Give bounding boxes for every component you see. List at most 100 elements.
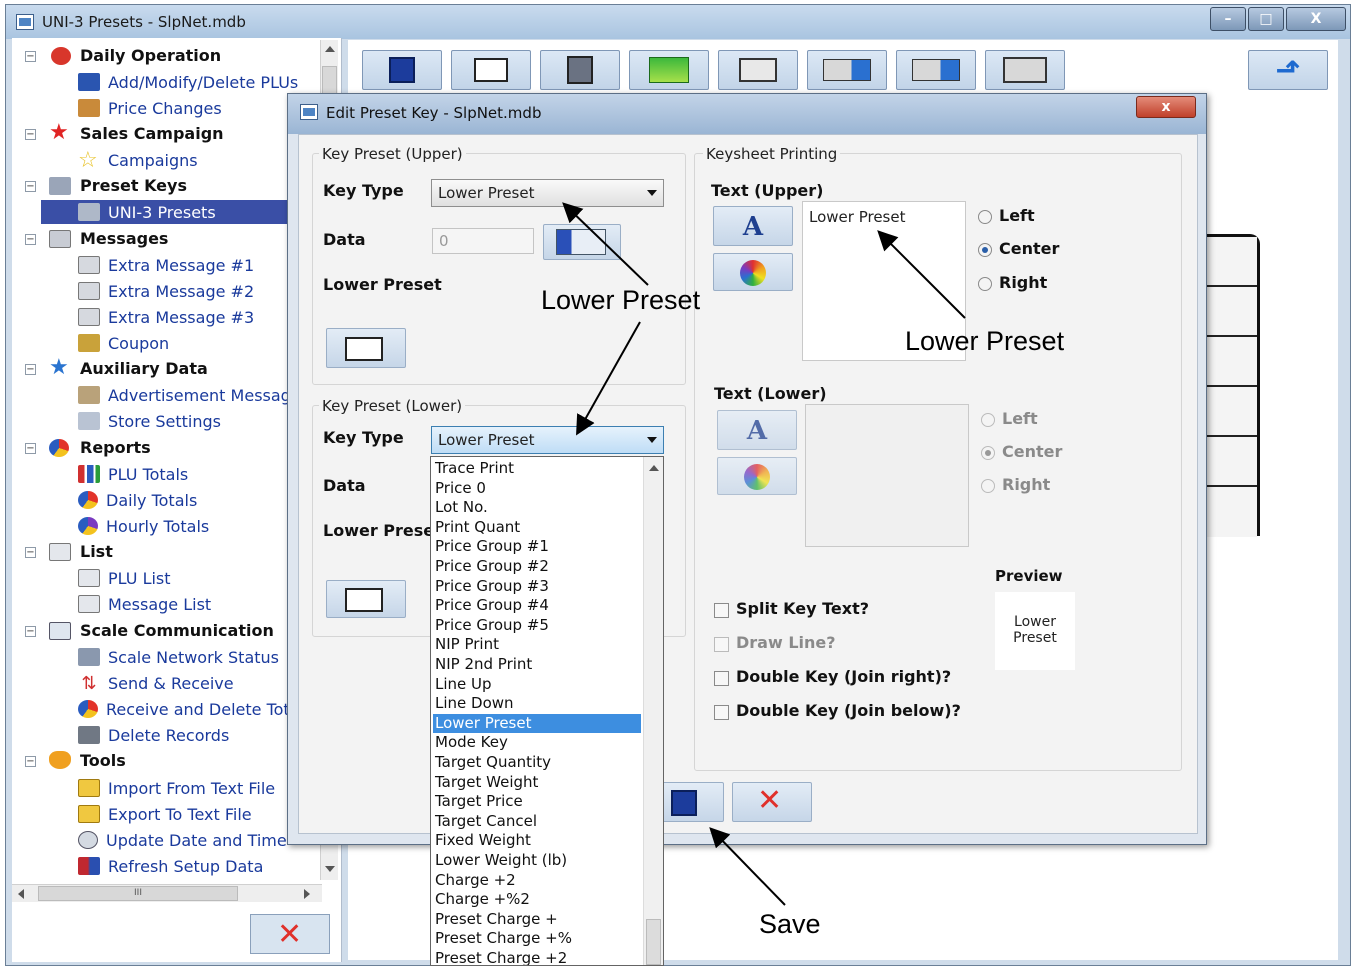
data-upper-input[interactable]: 0 <box>432 228 534 254</box>
draw-line-checkbox[interactable] <box>714 637 729 652</box>
dropdown-option[interactable]: Price Group #1 <box>433 537 641 557</box>
tree-item-store-settings[interactable]: Store Settings <box>78 409 221 433</box>
tree-item-add-modify-delete-plus[interactable]: Add/Modify/Delete PLUs <box>78 70 298 94</box>
tree-item-campaigns[interactable]: ☆ Campaigns <box>78 148 198 173</box>
text-lower-field[interactable] <box>805 404 969 547</box>
tree-item-delete-records[interactable]: Delete Records <box>78 723 229 747</box>
key-type-lower-select[interactable]: Lower Preset <box>431 426 664 454</box>
select-data-button[interactable] <box>543 224 621 260</box>
tree-item-plu-totals[interactable]: PLU Totals <box>78 462 188 486</box>
font-upper-button[interactable]: A <box>713 206 793 246</box>
dropdown-option[interactable]: NIP 2nd Print <box>433 655 641 675</box>
dropdown-option[interactable]: Mode Key <box>433 733 641 753</box>
double-key-below-checkbox[interactable] <box>714 705 729 720</box>
align-upper-right-radio[interactable] <box>978 277 992 291</box>
tree-item-send-receive[interactable]: ⇅ Send & Receive <box>78 671 233 695</box>
tree-item-price-changes[interactable]: Price Changes <box>78 96 222 120</box>
scroll-up-icon[interactable] <box>325 46 335 52</box>
tree-item-coupon[interactable]: Coupon <box>78 331 169 355</box>
dropdown-option[interactable]: Price Group #5 <box>433 616 641 636</box>
dropdown-scrollbar[interactable] <box>643 457 663 965</box>
dropdown-option[interactable]: Price Group #4 <box>433 596 641 616</box>
collapse-icon[interactable]: − <box>25 234 36 245</box>
print-toolbar-button[interactable] <box>718 50 798 90</box>
delete-toolbar-button[interactable] <box>540 50 620 90</box>
collapse-icon[interactable]: − <box>25 547 36 558</box>
dropdown-option[interactable]: Charge +%2 <box>433 890 641 910</box>
collapse-icon[interactable]: − <box>25 626 36 637</box>
grid-toolbar-button[interactable] <box>629 50 709 90</box>
scroll-up-icon[interactable] <box>649 465 659 471</box>
tree-item-advertisement-message[interactable]: Advertisement Message <box>78 383 301 407</box>
tree-item-scale-network-status[interactable]: Scale Network Status <box>78 645 279 669</box>
tree-item-plu-list[interactable]: PLU List <box>78 566 171 590</box>
tree-item-extra-message-3[interactable]: Extra Message #3 <box>78 305 254 329</box>
dropdown-option[interactable]: Preset Charge + <box>433 910 641 930</box>
double-key-right-checkbox[interactable] <box>714 671 729 686</box>
dropdown-option[interactable]: Target Weight <box>433 773 641 793</box>
dialog-cancel-button[interactable]: ✕ <box>732 782 812 822</box>
dropdown-option[interactable]: Line Up <box>433 675 641 695</box>
split-key-text-checkbox[interactable] <box>714 603 729 618</box>
minimize-button[interactable]: – <box>1210 7 1246 31</box>
align-lower-center-radio[interactable] <box>981 446 995 460</box>
import-toolbar-button[interactable] <box>896 50 976 90</box>
edit-upper-button[interactable] <box>326 328 406 368</box>
dropdown-option-selected[interactable]: Lower Preset <box>433 713 641 734</box>
align-lower-right-radio[interactable] <box>981 479 995 493</box>
tree-item-message-list[interactable]: Message List <box>78 592 211 616</box>
align-upper-left-radio[interactable] <box>978 210 992 224</box>
tree-item-export-text[interactable]: Export To Text File <box>78 802 252 826</box>
dropdown-option[interactable]: Charge +2 <box>433 871 641 891</box>
key-type-dropdown-list[interactable]: Trace Print Price 0 Lot No. Print Quant … <box>430 456 664 966</box>
tree-item-import-text[interactable]: Import From Text File <box>78 776 275 800</box>
key-type-upper-select[interactable]: Lower Preset <box>431 179 664 207</box>
dropdown-option[interactable]: Lower Weight (lb) <box>433 851 641 871</box>
tree-item-extra-message-1[interactable]: Extra Message #1 <box>78 253 254 277</box>
tree-item-daily-totals[interactable]: Daily Totals <box>78 488 197 512</box>
tree-horizontal-scrollbar[interactable]: III <box>12 884 322 902</box>
tree-item-extra-message-2[interactable]: Extra Message #2 <box>78 279 254 303</box>
dropdown-option[interactable]: Lot No. <box>433 498 641 518</box>
color-lower-button[interactable] <box>717 457 797 495</box>
collapse-icon[interactable]: − <box>25 129 36 140</box>
dropdown-option[interactable]: Price Group #2 <box>433 557 641 577</box>
dropdown-option[interactable]: Target Quantity <box>433 753 641 773</box>
save-toolbar-button[interactable] <box>362 50 442 90</box>
tree-item-hourly-totals[interactable]: Hourly Totals <box>78 514 209 538</box>
dropdown-option[interactable]: Target Cancel <box>433 812 641 832</box>
tree-item-update-date-time[interactable]: Update Date and Time <box>78 828 287 852</box>
font-lower-button[interactable]: A <box>717 410 797 450</box>
collapse-icon[interactable]: − <box>25 364 36 375</box>
scroll-right-icon[interactable] <box>304 889 310 899</box>
dropdown-option[interactable]: Line Down <box>433 694 641 714</box>
back-toolbar-button[interactable]: ⬏ <box>1248 50 1328 90</box>
color-upper-button[interactable] <box>713 253 793 291</box>
dropdown-option[interactable]: Preset Charge +% <box>433 929 641 949</box>
scroll-down-icon[interactable] <box>325 866 335 872</box>
collapse-icon[interactable]: − <box>25 756 36 767</box>
dropdown-option[interactable]: Print Quant <box>433 518 641 538</box>
dropdown-option[interactable]: NIP Print <box>433 635 641 655</box>
collapse-icon[interactable]: − <box>25 181 36 192</box>
dropdown-option[interactable]: Price 0 <box>433 479 641 499</box>
settings-toolbar-button[interactable] <box>985 50 1065 90</box>
tree-cancel-button[interactable]: ✕ <box>250 914 330 954</box>
tree-item-refresh-setup[interactable]: Refresh Setup Data <box>78 854 263 878</box>
collapse-icon[interactable]: − <box>25 51 36 62</box>
maximize-button[interactable]: □ <box>1248 7 1284 31</box>
dropdown-option[interactable]: Trace Print <box>433 459 641 479</box>
scroll-thumb[interactable] <box>646 919 661 965</box>
hscroll-thumb[interactable]: III <box>38 886 238 901</box>
dropdown-option[interactable]: Preset Charge +2 <box>433 949 641 965</box>
close-window-button[interactable]: X <box>1286 7 1346 31</box>
dropdown-option[interactable]: Price Group #3 <box>433 577 641 597</box>
edit-lower-button[interactable] <box>326 580 406 618</box>
export-toolbar-button[interactable] <box>807 50 887 90</box>
tree-item-receive-delete-totals[interactable]: Receive and Delete Totals <box>78 697 312 721</box>
tree-item-uni3-presets[interactable]: UNI-3 Presets <box>41 200 287 224</box>
edit-toolbar-button[interactable] <box>451 50 531 90</box>
dropdown-option[interactable]: Target Price <box>433 792 641 812</box>
collapse-icon[interactable]: − <box>25 443 36 454</box>
dropdown-option[interactable]: Fixed Weight <box>433 831 641 851</box>
